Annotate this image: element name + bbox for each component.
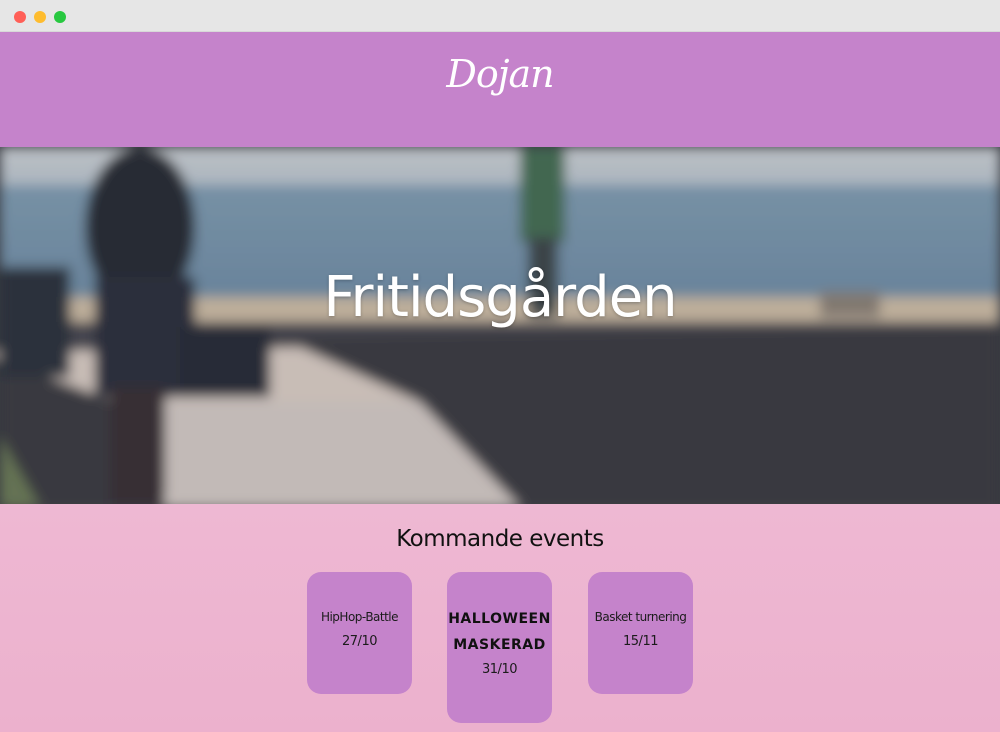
browser-window: Dojan Fritidsgården Kommande events HipH… <box>0 0 1000 732</box>
hero-title: Fritidsgården <box>323 265 677 330</box>
event-name: Basket turnering <box>594 610 687 624</box>
event-name-line1: HALLOWEEN <box>448 611 551 627</box>
event-date: 15/11 <box>623 634 658 649</box>
minimize-window-button[interactable] <box>34 11 46 23</box>
event-name: HipHop-Battle <box>320 610 399 624</box>
events-heading: Kommande events <box>396 526 604 552</box>
event-card-hiphop-battle[interactable]: HipHop-Battle 27/10 <box>307 572 412 694</box>
event-date: 31/10 <box>482 662 517 677</box>
event-date: 27/10 <box>342 634 377 649</box>
zoom-window-button[interactable] <box>54 11 66 23</box>
window-titlebar <box>0 0 1000 32</box>
close-window-button[interactable] <box>14 11 26 23</box>
event-name-line2: MASKERAD <box>453 637 546 653</box>
event-card-basket-turnering[interactable]: Basket turnering 15/11 <box>588 572 693 694</box>
site-logo[interactable]: Dojan <box>0 52 1000 96</box>
event-name: HALLOWEEN MASKERAD <box>447 606 552 658</box>
event-card-halloween-maskerad[interactable]: HALLOWEEN MASKERAD 31/10 <box>447 572 552 723</box>
hero-banner: Fritidsgården <box>0 147 1000 504</box>
events-section: Kommande events HipHop-Battle 27/10 HALL… <box>0 504 1000 732</box>
